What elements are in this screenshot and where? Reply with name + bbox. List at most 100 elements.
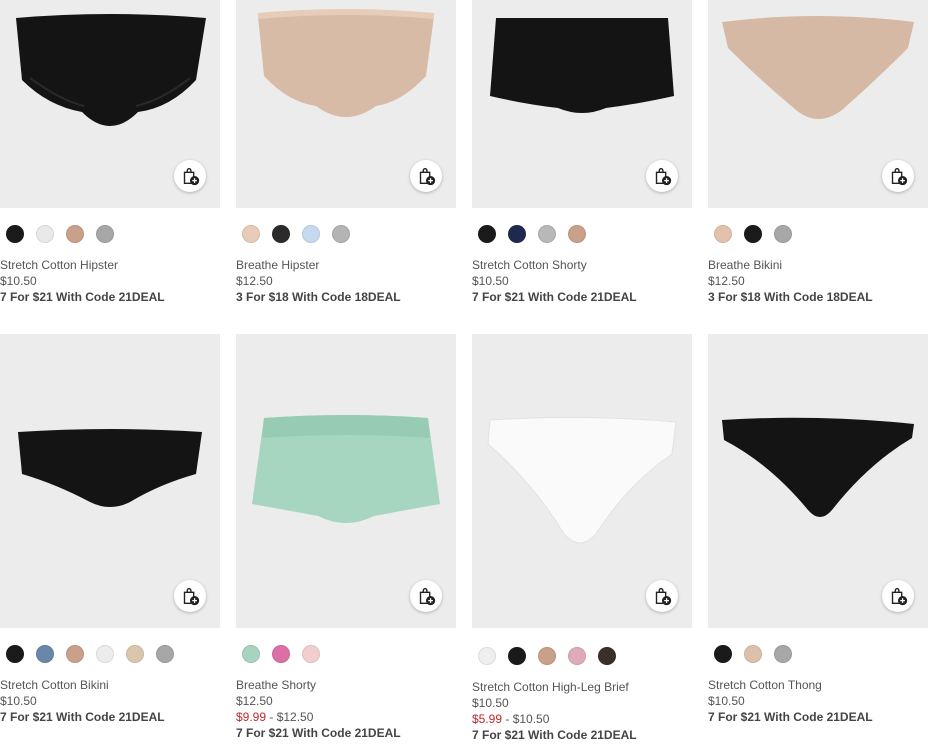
product-image[interactable] (472, 334, 692, 628)
color-swatch[interactable] (36, 225, 54, 243)
color-swatch[interactable] (36, 645, 54, 663)
promo-text: 7 For $21 With Code 21DEAL (472, 290, 637, 304)
add-to-bag-button[interactable] (882, 160, 914, 192)
promo-text: 7 For $21 With Code 21DEAL (472, 728, 637, 742)
regular-price: - $12.50 (266, 710, 314, 724)
product-price: $10.50 (708, 694, 745, 708)
color-swatch[interactable] (478, 225, 496, 243)
product-image[interactable] (0, 0, 220, 208)
product-price: $12.50 (236, 694, 273, 708)
color-swatch[interactable] (96, 645, 114, 663)
product-card: Stretch Cotton High-Leg Brief $10.50 $5.… (472, 334, 692, 743)
product-image[interactable] (708, 0, 928, 208)
color-swatch[interactable] (568, 225, 586, 243)
product-card: Stretch Cotton Bikini $10.50 7 For $21 W… (0, 334, 220, 725)
add-to-bag-button[interactable] (410, 160, 442, 192)
shopping-bag-plus-icon (419, 168, 436, 186)
color-swatches (0, 225, 220, 243)
shopping-bag-plus-icon (655, 588, 672, 606)
product-price: $12.50 (708, 274, 745, 288)
color-swatch[interactable] (242, 645, 260, 663)
product-name[interactable]: Stretch Cotton Hipster (0, 257, 220, 273)
sale-price: $9.99 (236, 710, 267, 724)
add-to-bag-button[interactable] (174, 160, 206, 192)
product-price: $10.50 (0, 274, 37, 288)
product-card: Breathe Bikini $12.50 3 For $18 With Cod… (708, 0, 928, 305)
product-name[interactable]: Stretch Cotton Shorty (472, 257, 692, 273)
color-swatch[interactable] (242, 225, 260, 243)
color-swatch[interactable] (6, 645, 24, 663)
color-swatches (708, 645, 928, 663)
sale-price-range: $5.99 - $10.50 (472, 711, 692, 727)
product-price: $10.50 (0, 694, 37, 708)
shopping-bag-plus-icon (183, 588, 200, 606)
shopping-bag-plus-icon (891, 588, 908, 606)
promo-text: 7 For $21 With Code 21DEAL (708, 710, 873, 724)
color-swatches (708, 225, 928, 243)
color-swatch[interactable] (538, 647, 556, 665)
product-image[interactable] (472, 0, 692, 208)
promo-text: 3 For $18 With Code 18DEAL (708, 290, 873, 304)
color-swatch[interactable] (272, 645, 290, 663)
color-swatch[interactable] (774, 645, 792, 663)
color-swatch[interactable] (538, 225, 556, 243)
color-swatch[interactable] (568, 647, 586, 665)
color-swatches (472, 225, 692, 243)
color-swatch[interactable] (96, 225, 114, 243)
add-to-bag-button[interactable] (646, 580, 678, 612)
shopping-bag-plus-icon (655, 168, 672, 186)
product-name[interactable]: Breathe Shorty (236, 677, 456, 693)
product-name[interactable]: Breathe Bikini (708, 257, 928, 273)
color-swatch[interactable] (302, 225, 320, 243)
product-card: Breathe Shorty $12.50 $9.99 - $12.50 7 F… (236, 334, 456, 741)
shopping-bag-plus-icon (891, 168, 908, 186)
product-name[interactable]: Stretch Cotton Thong (708, 677, 928, 693)
color-swatches (0, 645, 220, 663)
add-to-bag-button[interactable] (882, 580, 914, 612)
promo-text: 3 For $18 With Code 18DEAL (236, 290, 401, 304)
product-price: $12.50 (236, 274, 273, 288)
add-to-bag-button[interactable] (410, 580, 442, 612)
color-swatch[interactable] (302, 645, 320, 663)
color-swatches (236, 225, 456, 243)
color-swatch[interactable] (744, 225, 762, 243)
color-swatches (472, 647, 692, 665)
sale-price: $5.99 (472, 712, 503, 726)
promo-text: 7 For $21 With Code 21DEAL (0, 290, 165, 304)
color-swatch[interactable] (714, 645, 732, 663)
shopping-bag-plus-icon (419, 588, 436, 606)
regular-price: - $10.50 (502, 712, 550, 726)
color-swatch[interactable] (598, 647, 616, 665)
color-swatch[interactable] (508, 647, 526, 665)
color-swatch[interactable] (714, 225, 732, 243)
product-name[interactable]: Breathe Hipster (236, 257, 456, 273)
color-swatch[interactable] (744, 645, 762, 663)
color-swatch[interactable] (156, 645, 174, 663)
color-swatch[interactable] (478, 647, 496, 665)
product-image[interactable] (708, 334, 928, 628)
product-name[interactable]: Stretch Cotton High-Leg Brief (472, 679, 692, 695)
color-swatches (236, 645, 456, 663)
product-image[interactable] (0, 334, 220, 628)
sale-price-range: $9.99 - $12.50 (236, 709, 456, 725)
color-swatch[interactable] (332, 225, 350, 243)
color-swatch[interactable] (272, 225, 290, 243)
color-swatch[interactable] (126, 645, 144, 663)
shopping-bag-plus-icon (183, 168, 200, 186)
color-swatch[interactable] (774, 225, 792, 243)
color-swatch[interactable] (6, 225, 24, 243)
add-to-bag-button[interactable] (174, 580, 206, 612)
color-swatch[interactable] (66, 645, 84, 663)
product-card: Stretch Cotton Shorty $10.50 7 For $21 W… (472, 0, 692, 305)
product-card: Stretch Cotton Hipster $10.50 7 For $21 … (0, 0, 220, 305)
product-price: $10.50 (472, 696, 509, 710)
promo-text: 7 For $21 With Code 21DEAL (0, 710, 165, 724)
product-image[interactable] (236, 334, 456, 628)
product-name[interactable]: Stretch Cotton Bikini (0, 677, 220, 693)
color-swatch[interactable] (66, 225, 84, 243)
product-card: Stretch Cotton Thong $10.50 7 For $21 Wi… (708, 334, 928, 725)
add-to-bag-button[interactable] (646, 160, 678, 192)
product-card: Breathe Hipster $12.50 3 For $18 With Co… (236, 0, 456, 305)
product-image[interactable] (236, 0, 456, 208)
color-swatch[interactable] (508, 225, 526, 243)
